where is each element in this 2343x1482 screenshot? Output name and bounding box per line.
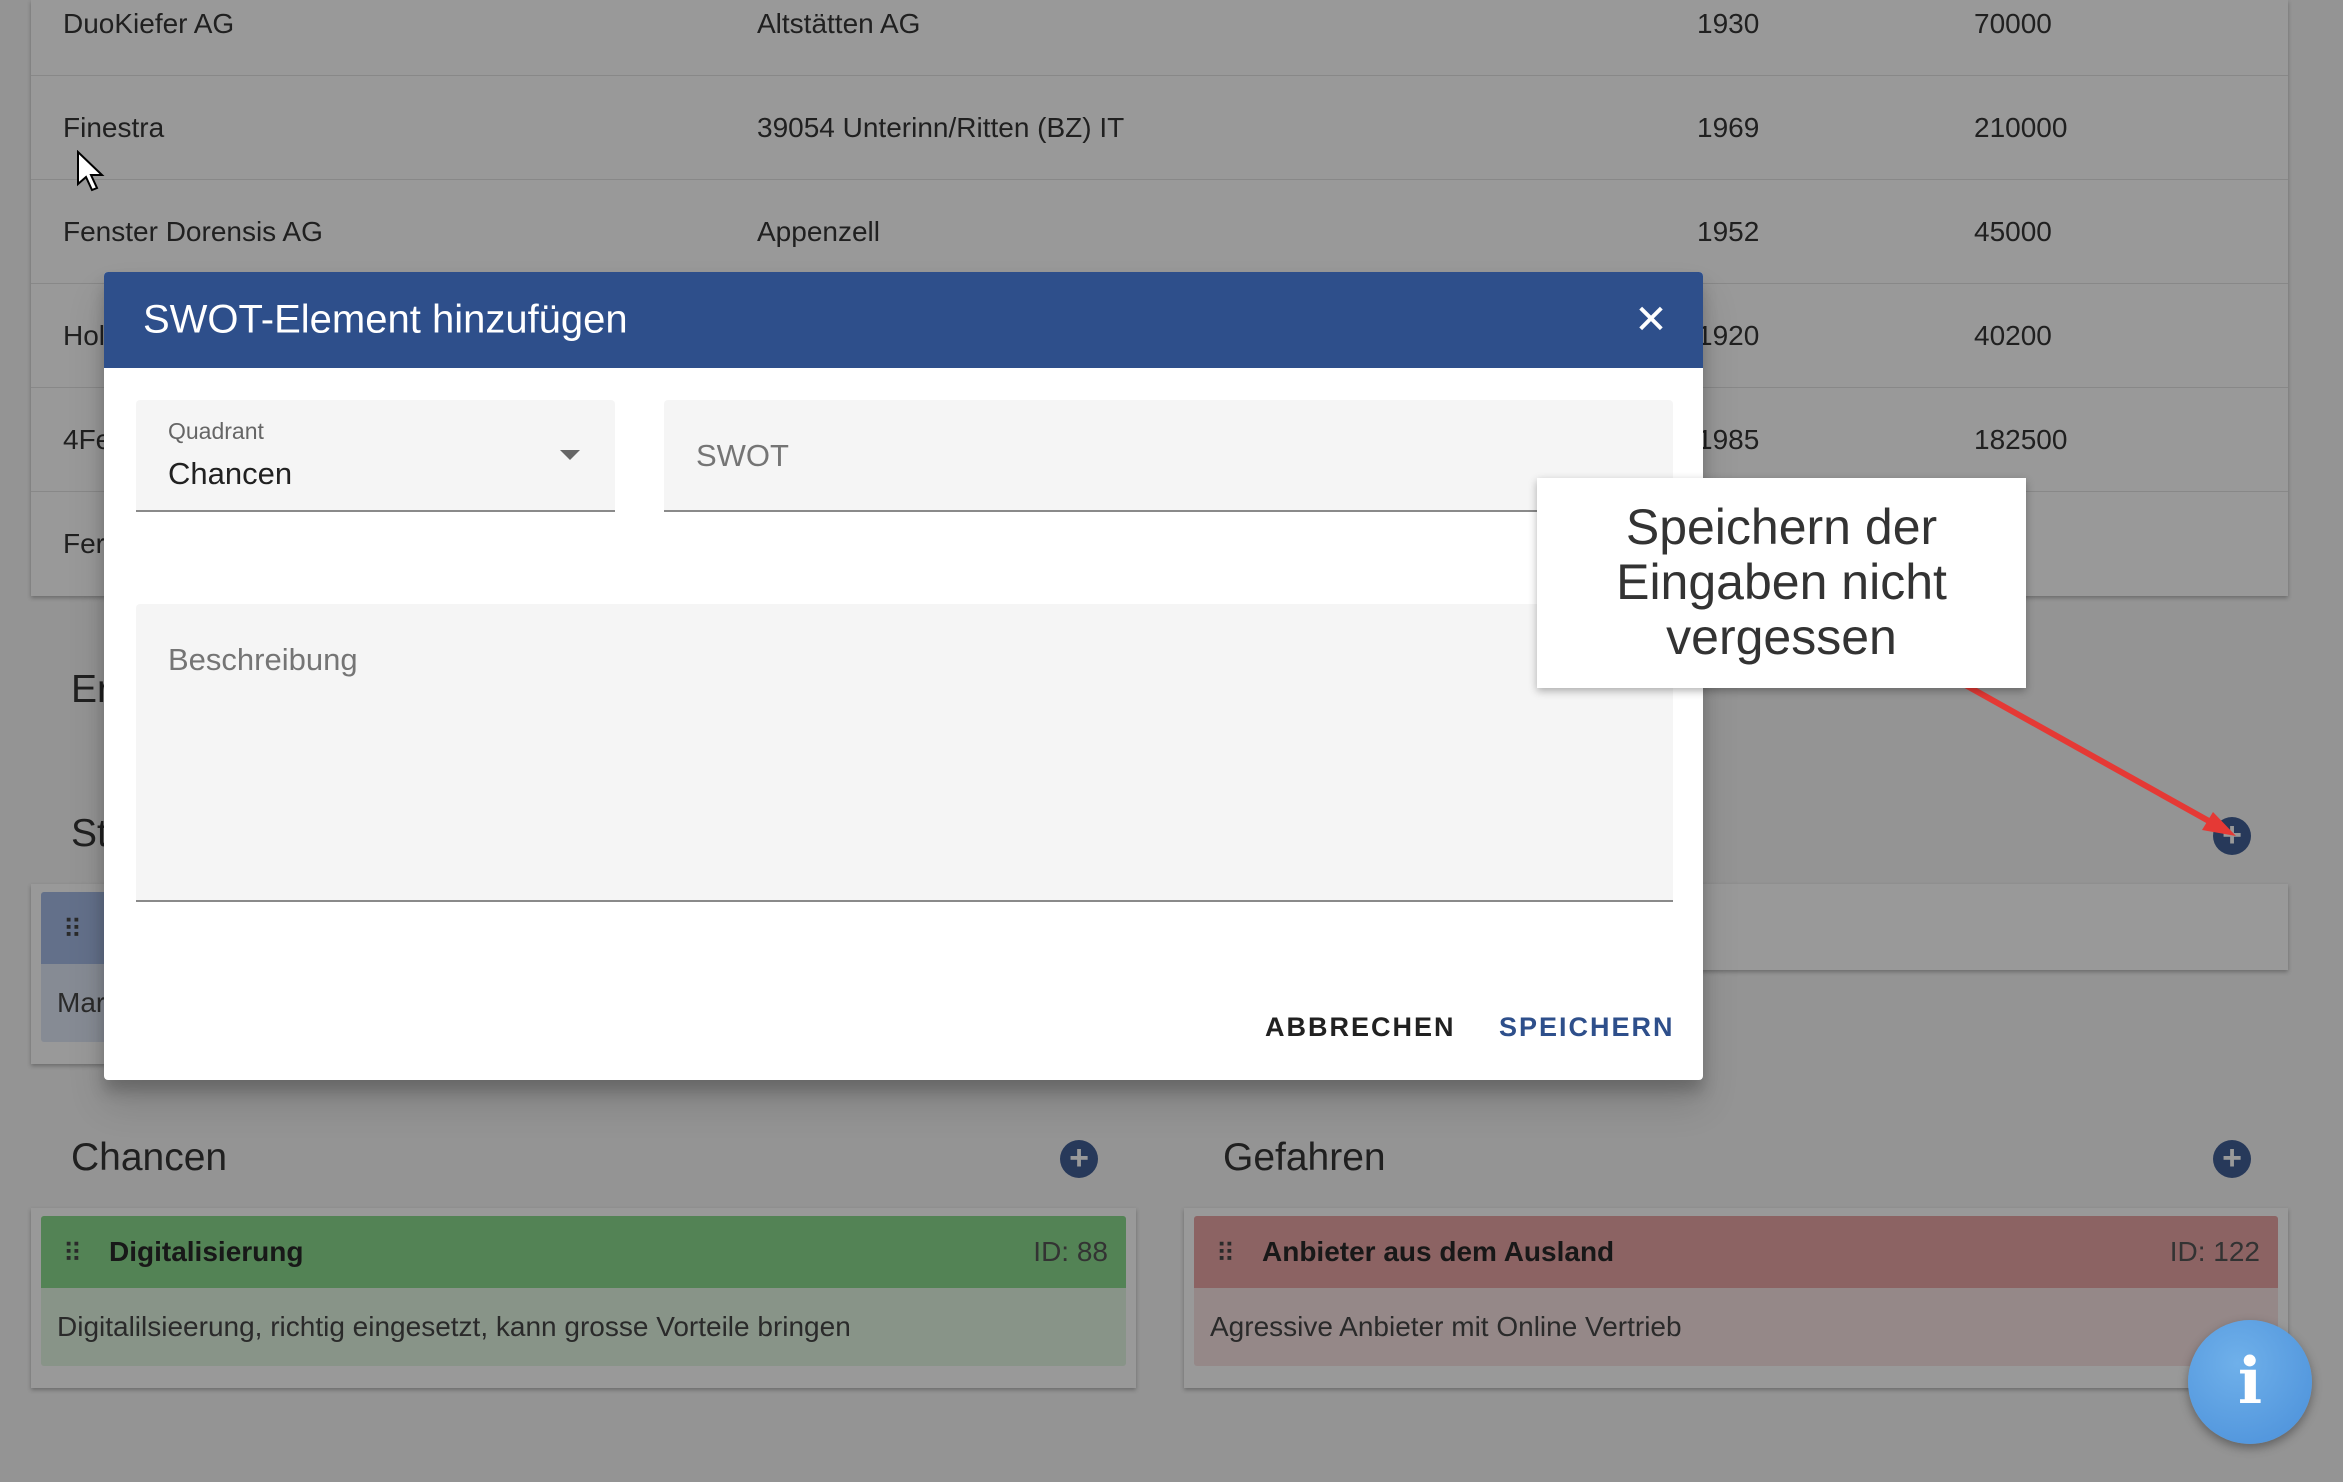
tooltip-line: Speichern der	[1625, 499, 1938, 555]
tooltip-line: vergessen	[1666, 609, 1897, 665]
info-button[interactable]: i	[2188, 1320, 2312, 1444]
hint-tooltip: Speichern der Eingaben nicht vergessen	[1537, 478, 2026, 688]
mouse-cursor-icon	[77, 150, 105, 192]
annotation-arrow	[1957, 679, 2236, 836]
tooltip-line: Eingaben nicht	[1616, 554, 1947, 610]
